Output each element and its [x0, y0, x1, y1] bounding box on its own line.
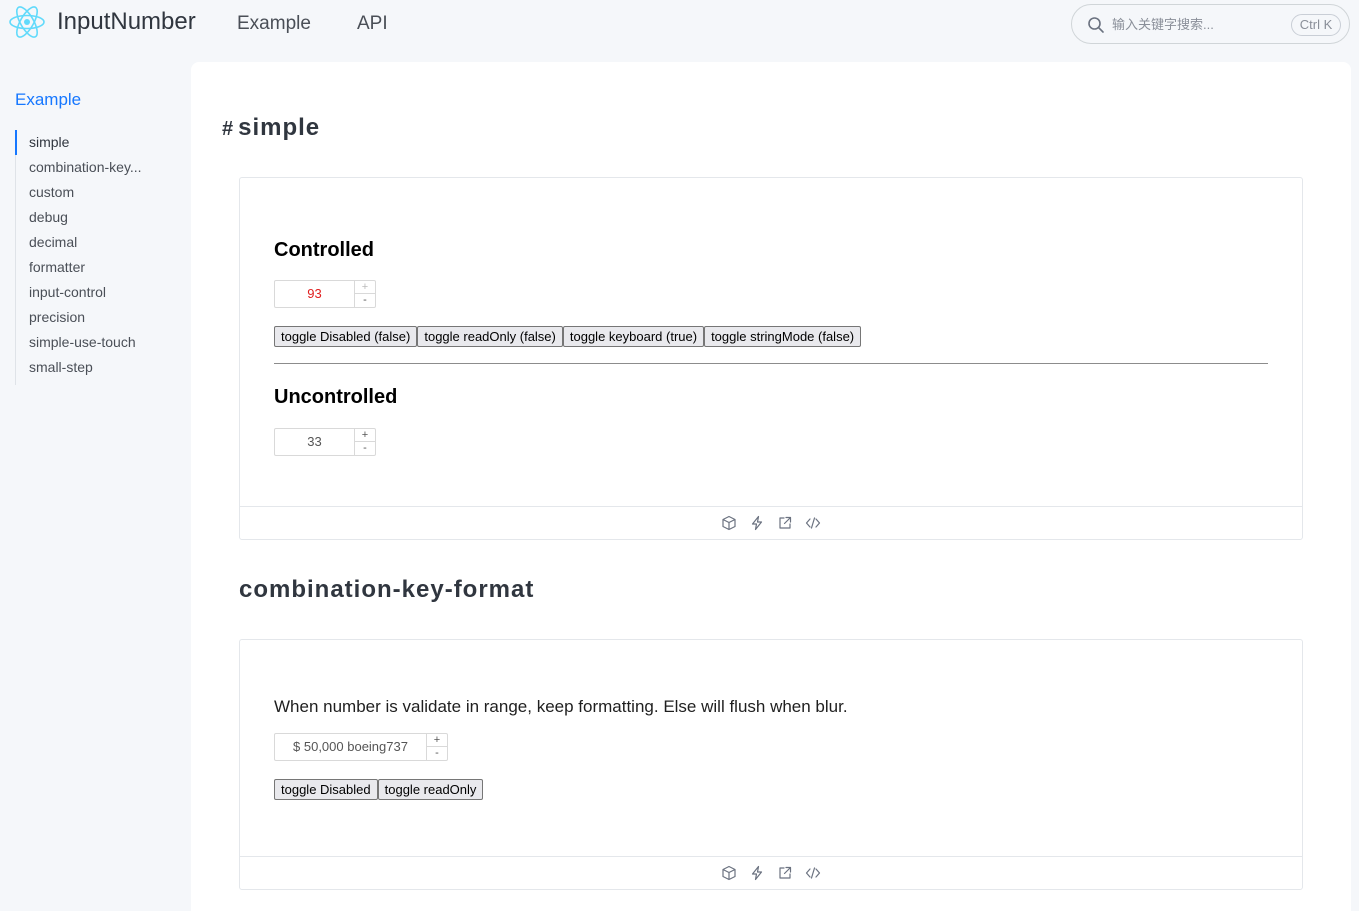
demo-actions: [240, 856, 1302, 889]
uncontrolled-handler: + -: [354, 429, 375, 455]
demo-box-combination: When number is validate in range, keep f…: [239, 639, 1303, 890]
toggle-stringmode-button[interactable]: toggle stringMode (false): [704, 326, 862, 347]
section-title-simple: # simple: [222, 114, 320, 142]
uncontrolled-value[interactable]: 33: [275, 429, 354, 455]
combination-description: When number is validate in range, keep f…: [274, 697, 848, 716]
open-external-icon[interactable]: [777, 865, 793, 881]
react-logo-icon: [9, 6, 45, 38]
stackblitz-icon[interactable]: [749, 865, 765, 881]
combination-increment-button[interactable]: +: [427, 734, 447, 747]
controlled-handler: + -: [354, 281, 375, 307]
open-external-icon[interactable]: [777, 515, 793, 531]
nav-api[interactable]: API: [357, 13, 388, 35]
uncontrolled-decrement-button[interactable]: -: [355, 442, 375, 455]
toggle-disabled-button[interactable]: toggle Disabled (false): [274, 326, 418, 347]
controlled-value[interactable]: 93: [275, 281, 354, 307]
anchor-hash[interactable]: #: [222, 118, 234, 140]
controlled-button-row: toggle Disabled (false) toggle readOnly …: [274, 326, 862, 347]
combination-handler: + -: [426, 734, 447, 760]
sidebar-item-combination-key[interactable]: combination-key...: [16, 155, 161, 180]
divider: [274, 363, 1268, 364]
section-title-combination-key-format: combination-key-format: [239, 576, 535, 603]
combination-input-number[interactable]: $ 50,000 boeing737 + -: [274, 733, 448, 761]
sidebar-title[interactable]: Example: [15, 90, 81, 110]
codesandbox-icon[interactable]: [721, 515, 737, 531]
code-icon[interactable]: [805, 865, 821, 881]
controlled-heading: Controlled: [274, 239, 374, 261]
sidebar-item-custom[interactable]: custom: [16, 180, 161, 205]
sidebar-item-small-step[interactable]: small-step: [16, 355, 161, 380]
demo-box-simple: Controlled 93 + - toggle Disabled (false…: [239, 177, 1303, 540]
main-content: # simple Controlled 93 + - toggle Disable…: [191, 62, 1351, 911]
controlled-decrement-button[interactable]: -: [355, 294, 375, 307]
combination-button-row: toggle Disabled toggle readOnly: [274, 779, 484, 800]
nav-example[interactable]: Example: [237, 13, 311, 35]
toggle-readonly-button[interactable]: toggle readOnly: [377, 779, 484, 800]
combination-decrement-button[interactable]: -: [427, 747, 447, 760]
sidebar-item-formatter[interactable]: formatter: [16, 255, 161, 280]
uncontrolled-input-number[interactable]: 33 + -: [274, 428, 376, 456]
uncontrolled-increment-button[interactable]: +: [355, 429, 375, 442]
search-shortcut-badge: Ctrl K: [1291, 14, 1341, 36]
sidebar-item-decimal[interactable]: decimal: [16, 230, 161, 255]
search-input[interactable]: [1112, 14, 1272, 34]
uncontrolled-heading: Uncontrolled: [274, 386, 398, 408]
sidebar-item-precision[interactable]: precision: [16, 305, 161, 330]
sidebar-item-simple[interactable]: simple: [15, 130, 160, 155]
toggle-keyboard-button[interactable]: toggle keyboard (true): [562, 326, 705, 347]
combination-value[interactable]: $ 50,000 boeing737: [275, 734, 426, 760]
section-title-text: simple: [238, 114, 321, 141]
controlled-increment-button[interactable]: +: [355, 281, 375, 294]
top-header: InputNumber Example API Ctrl K: [0, 0, 1359, 50]
controlled-input-number[interactable]: 93 + -: [274, 280, 376, 308]
code-icon[interactable]: [805, 515, 821, 531]
search-icon: [1088, 17, 1104, 33]
demo-actions: [240, 506, 1302, 539]
sidebar-item-debug[interactable]: debug: [16, 205, 161, 230]
search-box[interactable]: Ctrl K: [1071, 4, 1350, 44]
toggle-readonly-button[interactable]: toggle readOnly (false): [417, 326, 563, 347]
app-title[interactable]: InputNumber: [57, 8, 196, 36]
codesandbox-icon[interactable]: [721, 865, 737, 881]
toggle-disabled-button[interactable]: toggle Disabled: [274, 779, 378, 800]
sidebar-item-simple-use-touch[interactable]: simple-use-touch: [16, 330, 161, 355]
sidebar-item-input-control[interactable]: input-control: [16, 280, 161, 305]
sidebar-list: simple combination-key... custom debug d…: [15, 130, 175, 385]
stackblitz-icon[interactable]: [749, 515, 765, 531]
